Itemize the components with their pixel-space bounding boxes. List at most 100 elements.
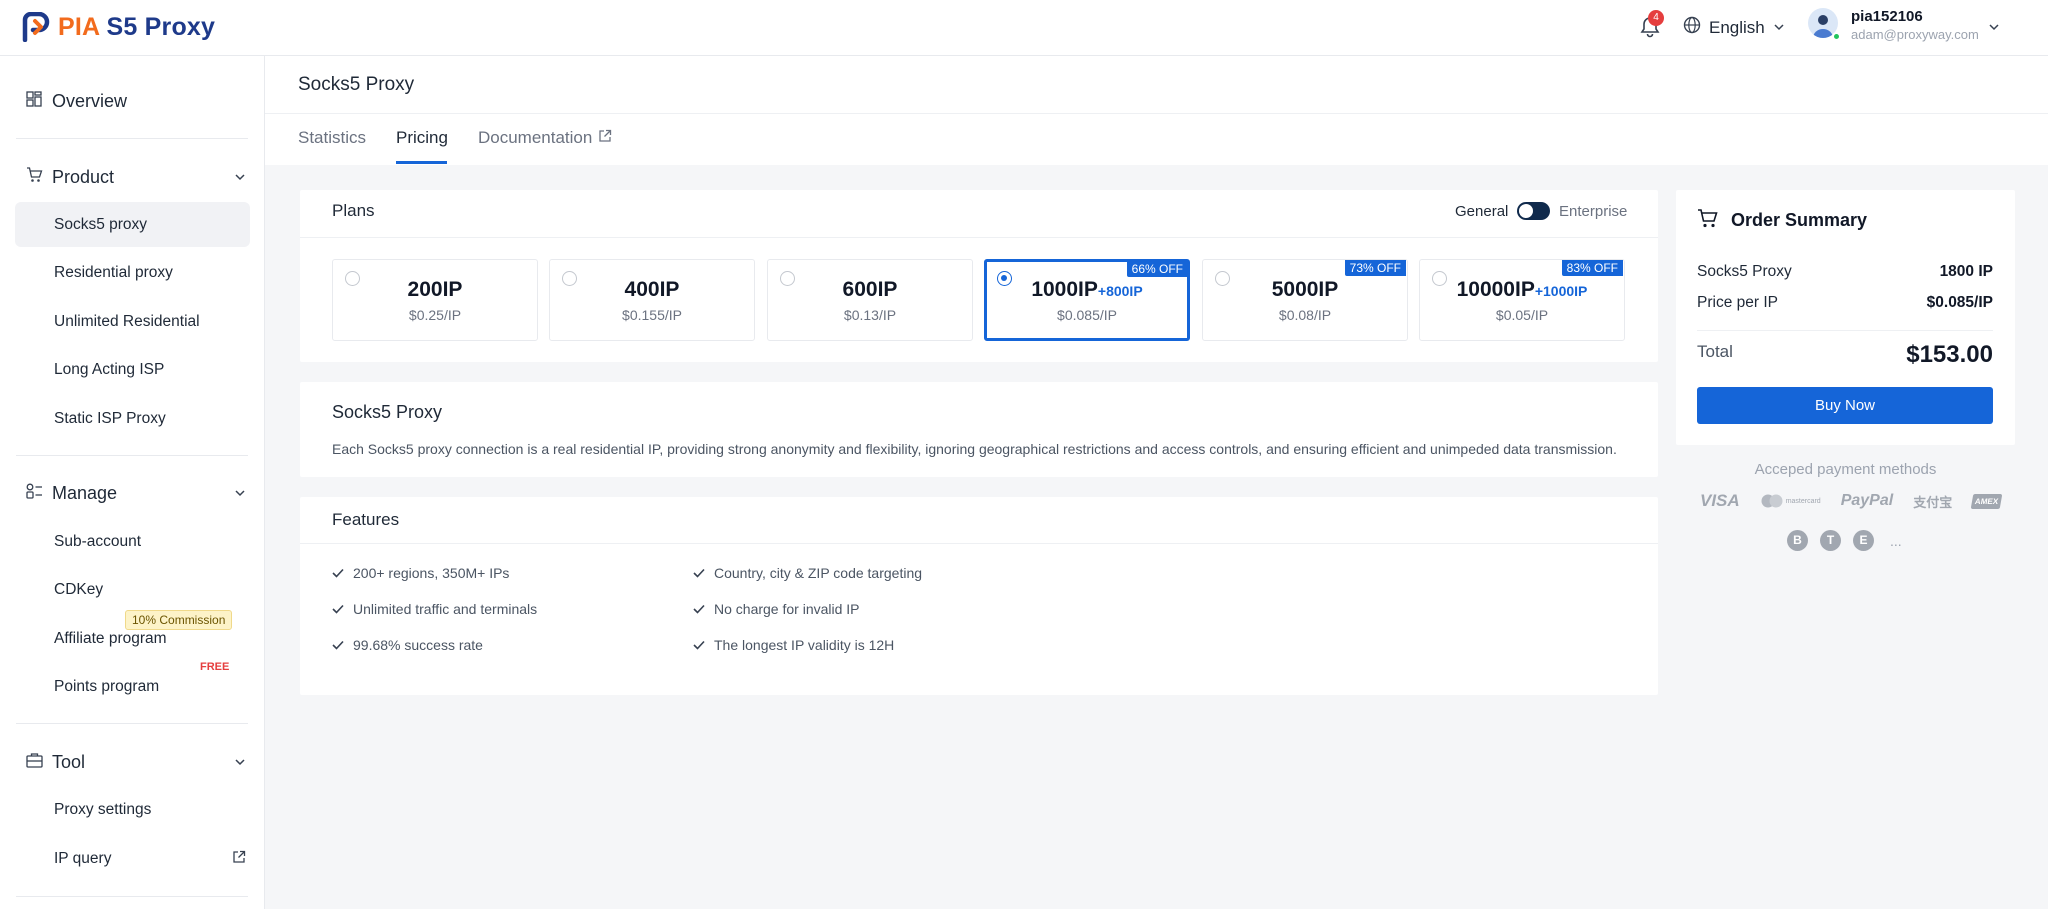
description-card (300, 382, 1658, 477)
order-price-value: $0.085/IP (1926, 294, 1993, 311)
check-icon (332, 601, 344, 617)
ethereum-icon: E (1853, 530, 1874, 551)
logo-icon (22, 11, 50, 43)
plan-price: $0.25/IP (408, 307, 462, 323)
sidebar-item-residential-proxy[interactable]: Residential proxy (15, 250, 250, 295)
plan-option-1000ip[interactable]: 66% OFF 1000IP+800IP $0.085/IP (984, 259, 1190, 341)
sidebar-item-cdkey[interactable]: CDKey (15, 567, 250, 612)
order-product-value: 1800 IP (1939, 263, 1993, 280)
sidebar-section-label: Manage (52, 482, 118, 503)
sidebar-item-sub-account[interactable]: Sub-account (15, 519, 250, 564)
plan-name: 5000IP (1271, 278, 1339, 301)
discount-badge: 83% OFF (1561, 260, 1623, 276)
divider (16, 896, 248, 897)
sidebar-item-long-acting-isp[interactable]: Long Acting ISP (15, 347, 250, 392)
sidebar-item-overview[interactable]: Overview (0, 90, 265, 112)
sidebar-item-unlimited-residential[interactable]: Unlimited Residential (15, 299, 250, 344)
user-email: adam@proxyway.com (1851, 27, 1979, 42)
sidebar-section-tool[interactable]: Tool (0, 751, 265, 773)
sidebar-item-ip-query[interactable]: IP query (15, 836, 250, 881)
crypto-logos: B T E ... (1787, 530, 1902, 551)
sidebar-item-label: Overview (52, 90, 128, 111)
bitcoin-icon: B (1787, 530, 1808, 551)
page-title-bar (265, 56, 2048, 114)
mastercard-logo: mastercard (1760, 494, 1821, 508)
sidebar-item-static-isp-proxy[interactable]: Static ISP Proxy (15, 396, 250, 441)
plan-price: $0.085/IP (1057, 307, 1117, 323)
external-link-icon[interactable] (232, 850, 246, 869)
plan-price: $0.08/IP (1278, 307, 1332, 323)
user-name: pia152106 (1851, 8, 1923, 25)
sidebar-item-socks5-proxy[interactable]: Socks5 proxy (15, 202, 250, 247)
plan-price: $0.13/IP (843, 307, 897, 323)
sidebar-section-product[interactable]: Product (0, 166, 265, 188)
cart-icon (26, 166, 43, 188)
check-icon (693, 601, 705, 617)
plan-price: $0.155/IP (622, 307, 682, 323)
plan-price: $0.05/IP (1495, 307, 1549, 323)
plan-option-600ip[interactable]: 600IP $0.13/IP (767, 259, 973, 341)
paypal-logo: PayPal (1840, 492, 1894, 509)
chevron-down-icon (1773, 18, 1785, 38)
plan-option-10000ip[interactable]: 83% OFF 10000IP+1000IP $0.05/IP (1419, 259, 1625, 341)
free-badge: FREE (200, 661, 230, 673)
plan-option-5000ip[interactable]: 73% OFF 5000IP $0.08/IP (1202, 259, 1408, 341)
tab-pricing[interactable]: Pricing (396, 128, 448, 148)
commission-badge: 10% Commission (125, 610, 233, 630)
page-title: Socks5 Proxy (298, 74, 415, 95)
divider (16, 138, 248, 139)
amex-logo: AMEX (1970, 493, 2003, 509)
chevron-down-icon[interactable] (1988, 20, 2000, 38)
plan-name: 200IP (407, 278, 463, 301)
buy-now-button[interactable]: Buy Now (1697, 387, 1993, 424)
check-icon (693, 637, 705, 653)
order-summary-title: Order Summary (1731, 210, 1868, 230)
logo[interactable]: PIA S5 Proxy (22, 11, 216, 43)
plan-option-200ip[interactable]: 200IP $0.25/IP (332, 259, 538, 341)
cart-icon (1697, 209, 1719, 234)
discount-badge: 66% OFF (1126, 261, 1188, 277)
check-icon (332, 637, 344, 653)
tab-statistics[interactable]: Statistics (298, 128, 366, 148)
chevron-down-icon (234, 483, 246, 504)
online-status-dot (1832, 32, 1841, 41)
plan-name: 400IP (624, 278, 680, 301)
feature-item: 200+ regions, 350M+ IPs (332, 565, 509, 581)
dashboard-icon (26, 90, 42, 112)
tab-label: Documentation (478, 128, 593, 147)
active-tab-indicator (396, 161, 447, 164)
chevron-down-icon (234, 167, 246, 188)
sidebar-section-label: Tool (52, 751, 86, 772)
divider (16, 723, 248, 724)
tab-documentation[interactable]: Documentation (478, 128, 612, 148)
logo-text: PIA S5 Proxy (58, 12, 216, 41)
features-card (300, 497, 1658, 695)
user-info[interactable]: pia152106 adam@proxyway.com (1851, 8, 1979, 42)
feature-item: Country, city & ZIP code targeting (693, 565, 922, 581)
payment-logos: VISA mastercard PayPal 支付宝 AMEX (1700, 491, 2003, 511)
more-payment-methods: ... (1890, 532, 1902, 549)
plan-bonus: +800IP (1097, 283, 1143, 299)
globe-icon (1683, 16, 1701, 39)
divider (16, 455, 248, 456)
order-product-label: Socks5 Proxy (1697, 263, 1792, 280)
check-icon (693, 565, 705, 581)
sidebar-section-manage[interactable]: Manage (0, 482, 265, 504)
alipay-logo: 支付宝 (1913, 494, 1953, 510)
features-title: Features (332, 510, 400, 529)
sidebar-item-proxy-settings[interactable]: Proxy settings (15, 787, 250, 832)
language-label: English (1709, 17, 1765, 37)
toggle-knob (1519, 204, 1533, 218)
order-total-value: $153.00 (1906, 341, 1993, 368)
divider (1697, 330, 1993, 331)
sidebar-section-label: Product (52, 166, 115, 187)
plan-name: 1000IP+800IP (1031, 278, 1143, 301)
order-total-label: Total (1697, 342, 1733, 361)
plan-name: 600IP (842, 278, 898, 301)
feature-item: The longest IP validity is 12H (693, 637, 894, 653)
plan-option-400ip[interactable]: 400IP $0.155/IP (549, 259, 755, 341)
language-selector[interactable]: English (1683, 16, 1785, 39)
toggle-enterprise-label[interactable]: Enterprise (1559, 203, 1627, 220)
toggle-general-label[interactable]: General (1455, 203, 1508, 220)
payment-methods-label: Acceped payment methods (1754, 461, 1937, 478)
